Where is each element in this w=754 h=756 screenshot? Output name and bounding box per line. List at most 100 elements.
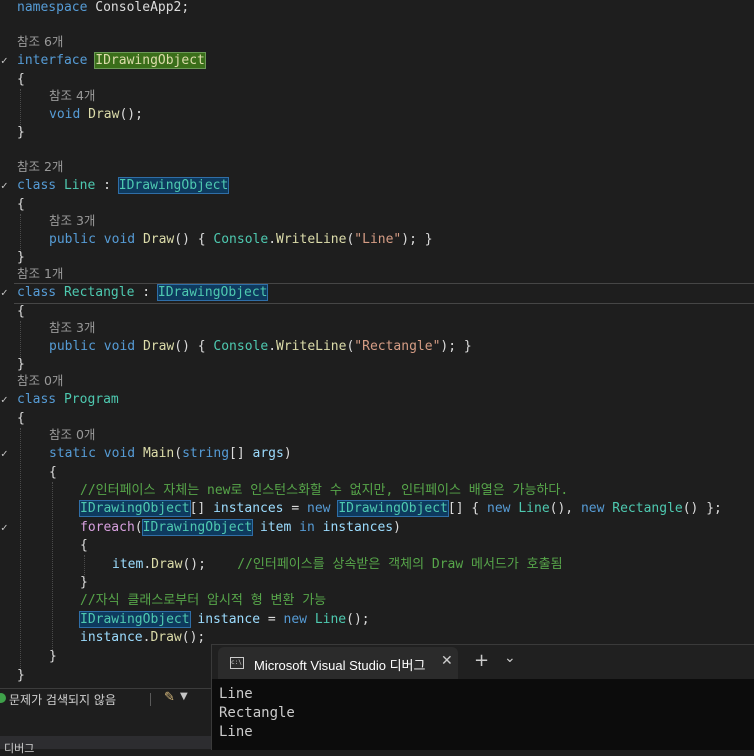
keyword: class <box>17 285 57 300</box>
class-name: Rectangle <box>63 285 135 300</box>
code-line: instance.Draw(); <box>80 630 206 645</box>
code-line: { <box>80 538 88 553</box>
keyword: in <box>299 520 315 535</box>
namespace-name: ConsoleApp2; <box>95 0 190 15</box>
chevron-down-icon[interactable]: ▼ <box>180 691 188 702</box>
codelens-references[interactable]: 참조 2개 <box>17 158 63 176</box>
keyword: void <box>103 232 136 247</box>
keyword: namespace <box>17 0 88 15</box>
keyword: new <box>580 501 605 516</box>
console-output-line: Line <box>219 724 253 740</box>
codelens-references[interactable]: 참조 4개 <box>49 87 95 105</box>
codelens-references[interactable]: 참조 0개 <box>49 426 95 444</box>
fold-toggle-icon[interactable]: ✓ <box>1 518 9 537</box>
code-line: { <box>17 411 25 426</box>
variable: item <box>112 557 144 572</box>
codelens-references[interactable]: 참조 3개 <box>49 319 95 337</box>
keyword: void <box>103 446 136 461</box>
tab-debug[interactable]: 디버그 <box>4 740 34 756</box>
fold-toggle-icon[interactable]: ✓ <box>1 444 9 463</box>
keyword: class <box>17 178 57 193</box>
close-icon[interactable]: ✕ <box>441 653 453 669</box>
code-line: public void Draw() { Console.WriteLine("… <box>49 232 433 247</box>
class-name: Line <box>63 178 96 193</box>
code-line: } <box>80 575 88 590</box>
codelens-references[interactable]: 참조 3개 <box>49 212 95 230</box>
method-name: WriteLine <box>276 232 347 247</box>
code-line: namespace ConsoleApp2; <box>17 0 189 17</box>
type-reference: Console <box>213 232 269 247</box>
variable: instance <box>80 630 143 645</box>
keyword: void <box>49 107 81 122</box>
code-line: } <box>17 668 25 683</box>
console-app-icon: c:\ <box>230 657 244 669</box>
method-name: Draw <box>150 630 182 645</box>
separator <box>150 693 151 706</box>
code-line: //자식 클래스로부터 암시적 형 변환 가능 <box>80 591 326 610</box>
class-name: Program <box>63 392 119 407</box>
indent-guide <box>20 428 21 674</box>
type-reference: IDrawingObject <box>79 500 191 517</box>
code-line: IDrawingObject instance = new Line(); <box>79 611 370 628</box>
type-reference: Rectangle <box>612 501 683 516</box>
code-line: { <box>17 304 25 319</box>
keyword: public <box>49 339 96 354</box>
type-reference: IDrawingObject <box>79 611 191 628</box>
codelens-references[interactable]: 참조 0개 <box>17 372 63 390</box>
fold-toggle-icon[interactable]: ✓ <box>1 283 9 302</box>
keyword: new <box>283 612 307 627</box>
terminal-tab[interactable]: c:\ Microsoft Visual Studio 디버그 ✕ <box>218 647 458 679</box>
terminal-tab-title: Microsoft Visual Studio 디버그 <box>254 658 426 673</box>
interface-name-highlighted[interactable]: IDrawingObject <box>94 52 206 69</box>
string-literal: "Line" <box>354 232 402 247</box>
issues-status[interactable]: 문제가 검색되지 않음 <box>9 691 116 708</box>
type-reference: Console <box>213 339 269 354</box>
new-tab-button[interactable]: + <box>474 650 489 671</box>
keyword: interface <box>17 53 88 68</box>
code-line: } <box>17 125 25 140</box>
code-line: class Rectangle : IDrawingObject <box>17 284 269 301</box>
keyword: new <box>487 501 511 516</box>
method-name: Main <box>142 446 175 461</box>
keyword: class <box>17 392 57 407</box>
indent-guide <box>52 482 53 656</box>
fold-toggle-icon[interactable]: ✓ <box>1 176 9 195</box>
code-line: { <box>17 72 25 87</box>
method-name: Draw <box>142 232 175 247</box>
method-name: Draw <box>88 107 120 122</box>
code-line: interface IDrawingObject <box>17 51 206 70</box>
terminal-titlebar: c:\ Microsoft Visual Studio 디버그 ✕ + ⌄ <box>212 645 754 679</box>
keyword: static <box>49 446 96 461</box>
type-reference: IDrawingObject <box>117 177 230 194</box>
type-reference: IDrawingObject <box>141 519 254 536</box>
comment: //자식 클래스로부터 암시적 형 변환 가능 <box>80 593 327 608</box>
code-line: void Draw(); <box>49 107 143 122</box>
tab-dropdown-button[interactable]: ⌄ <box>504 650 516 666</box>
comment: //인터페이스를 상속받은 객체의 Draw 메서드가 호출됨 <box>237 557 563 572</box>
variable: instance <box>197 612 261 627</box>
type-reference: Line <box>518 501 550 516</box>
method-name: Draw <box>151 557 183 572</box>
console-output-line: Rectangle <box>219 705 295 721</box>
variable: instances <box>213 501 284 516</box>
fold-toggle-icon[interactable]: ✓ <box>1 51 9 70</box>
comment: //인터페이스 자체는 new로 인스턴스화할 수 없지만, 인터페이스 배열은… <box>80 483 569 498</box>
code-line: //인터페이스 자체는 new로 인스턴스화할 수 없지만, 인터페이스 배열은… <box>80 481 568 500</box>
issues-ok-icon[interactable] <box>0 693 6 703</box>
code-editor[interactable]: ✓ ✓ ✓ ✓ ✓ ✓ namespace ConsoleApp2; 참조 6개… <box>0 0 754 688</box>
code-line: foreach(IDrawingObject item in instances… <box>80 519 401 536</box>
type-reference: Line <box>314 612 347 627</box>
code-cleanup-icon[interactable]: ✎ <box>164 690 175 705</box>
codelens-references[interactable]: 참조 1개 <box>17 265 63 283</box>
string-literal: "Rectangle" <box>354 339 441 354</box>
debug-console-window[interactable]: c:\ Microsoft Visual Studio 디버그 ✕ + ⌄ Li… <box>211 644 754 750</box>
parameter: args <box>252 446 284 461</box>
keyword: new <box>307 501 331 516</box>
code-line: { <box>17 197 25 212</box>
codelens-references[interactable]: 참조 6개 <box>17 33 63 51</box>
keyword: foreach <box>80 520 135 535</box>
code-line: public void Draw() { Console.WriteLine("… <box>49 339 472 354</box>
method-name: Draw <box>142 339 175 354</box>
fold-toggle-icon[interactable]: ✓ <box>1 390 9 409</box>
type-reference: IDrawingObject <box>337 500 449 517</box>
